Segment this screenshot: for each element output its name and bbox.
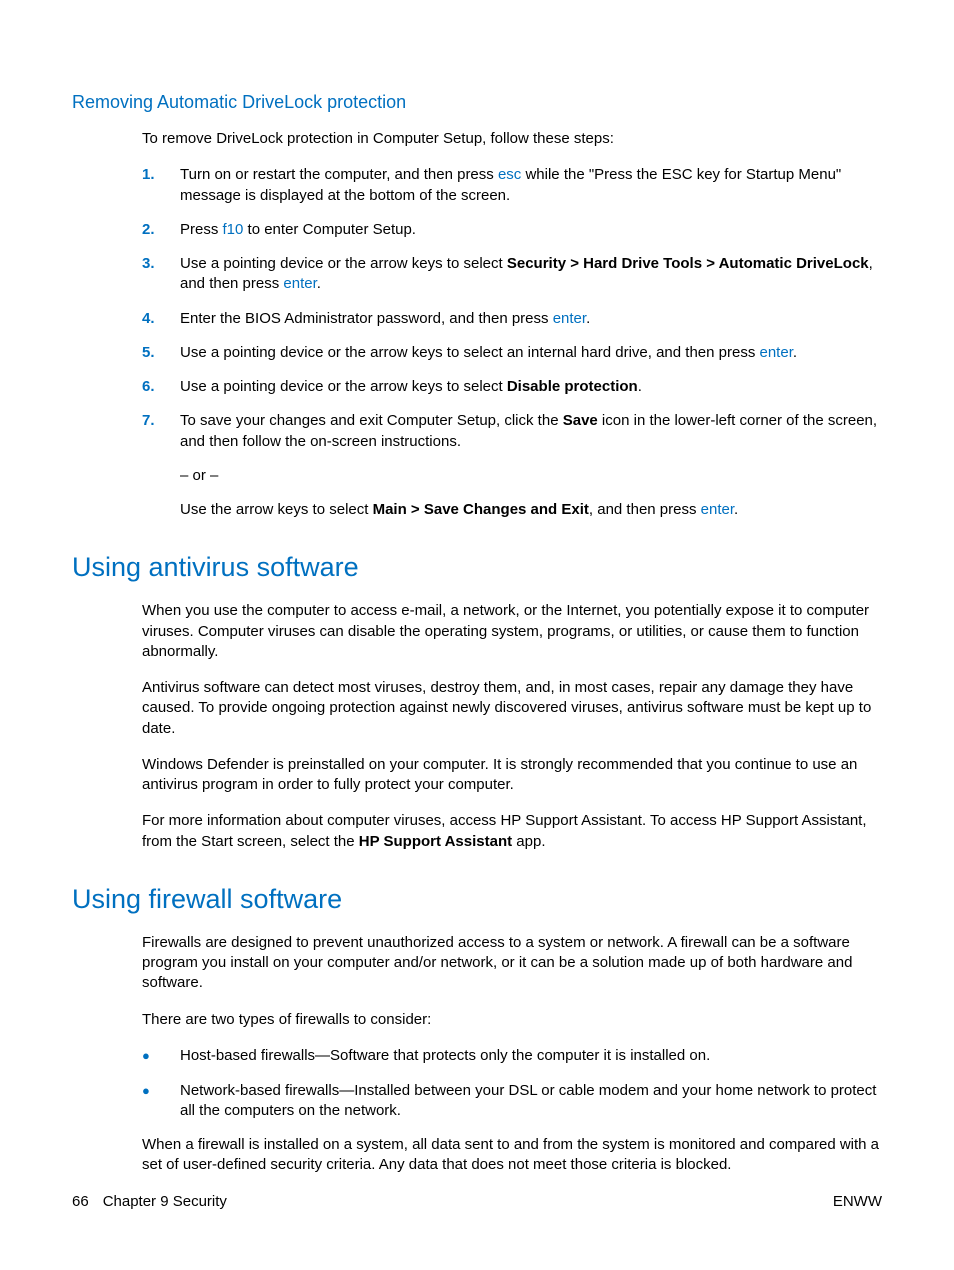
step-body: Enter the BIOS Administrator password, a…	[180, 309, 882, 329]
paragraph: There are two types of firewalls to cons…	[142, 1010, 882, 1030]
footer-right: ENWW	[833, 1193, 882, 1210]
key-text: enter	[701, 501, 734, 518]
step-item: 3. Use a pointing device or the arrow ke…	[142, 254, 882, 295]
step-item: 4. Enter the BIOS Administrator password…	[142, 309, 882, 329]
key-text: f10	[223, 221, 244, 238]
paragraph: For more information about computer viru…	[142, 811, 882, 852]
paragraph: Antivirus software can detect most virus…	[142, 678, 882, 739]
bullet-list: ● Host-based firewalls—Software that pro…	[142, 1046, 882, 1121]
step-sub: Use the arrow keys to select Main > Save…	[180, 500, 882, 520]
bold-text: Security > Hard Drive Tools > Automatic …	[507, 255, 869, 272]
section-heading-firewall: Using firewall software	[72, 884, 882, 915]
page-number: 66	[72, 1193, 89, 1210]
section-heading-removing-drivelock: Removing Automatic DriveLock protection	[72, 92, 882, 113]
step-number: 4.	[142, 309, 180, 329]
step-number: 3.	[142, 254, 180, 295]
intro-paragraph: To remove DriveLock protection in Comput…	[142, 129, 882, 149]
step-number: 6.	[142, 377, 180, 397]
bold-text: Save	[563, 412, 598, 429]
step-item: 1. Turn on or restart the computer, and …	[142, 165, 882, 206]
key-text: enter	[553, 310, 586, 327]
step-item: 2. Press f10 to enter Computer Setup.	[142, 220, 882, 240]
step-body: Use a pointing device or the arrow keys …	[180, 343, 882, 363]
paragraph: When you use the computer to access e-ma…	[142, 601, 882, 662]
bullet-item: ● Network-based firewalls—Installed betw…	[142, 1081, 882, 1122]
step-item: 5. Use a pointing device or the arrow ke…	[142, 343, 882, 363]
paragraph: When a firewall is installed on a system…	[142, 1135, 882, 1176]
step-body: Press f10 to enter Computer Setup.	[180, 220, 882, 240]
page-footer: 66 Chapter 9 Security ENWW	[72, 1193, 882, 1210]
step-item: 6. Use a pointing device or the arrow ke…	[142, 377, 882, 397]
key-text: enter	[283, 275, 316, 292]
bullet-icon: ●	[142, 1081, 180, 1122]
bold-text: HP Support Assistant	[359, 833, 512, 850]
section-heading-antivirus: Using antivirus software	[72, 552, 882, 583]
step-number: 7.	[142, 411, 180, 520]
step-number: 5.	[142, 343, 180, 363]
step-number: 2.	[142, 220, 180, 240]
bullet-icon: ●	[142, 1046, 180, 1067]
chapter-label: Chapter 9 Security	[103, 1193, 227, 1210]
step-number: 1.	[142, 165, 180, 206]
key-text: enter	[760, 344, 793, 361]
step-body: Turn on or restart the computer, and the…	[180, 165, 882, 206]
bold-text: Main > Save Changes and Exit	[373, 501, 589, 518]
steps-list: 1. Turn on or restart the computer, and …	[142, 165, 882, 520]
step-or: – or –	[180, 466, 882, 486]
bold-text: Disable protection	[507, 378, 638, 395]
key-text: esc	[498, 166, 521, 183]
step-body: To save your changes and exit Computer S…	[180, 411, 882, 520]
paragraph: Windows Defender is preinstalled on your…	[142, 755, 882, 796]
bullet-item: ● Host-based firewalls—Software that pro…	[142, 1046, 882, 1067]
step-body: Use a pointing device or the arrow keys …	[180, 377, 882, 397]
bullet-body: Host-based firewalls—Software that prote…	[180, 1046, 882, 1067]
step-item: 7. To save your changes and exit Compute…	[142, 411, 882, 520]
step-body: Use a pointing device or the arrow keys …	[180, 254, 882, 295]
bullet-body: Network-based firewalls—Installed betwee…	[180, 1081, 882, 1122]
paragraph: Firewalls are designed to prevent unauth…	[142, 933, 882, 994]
